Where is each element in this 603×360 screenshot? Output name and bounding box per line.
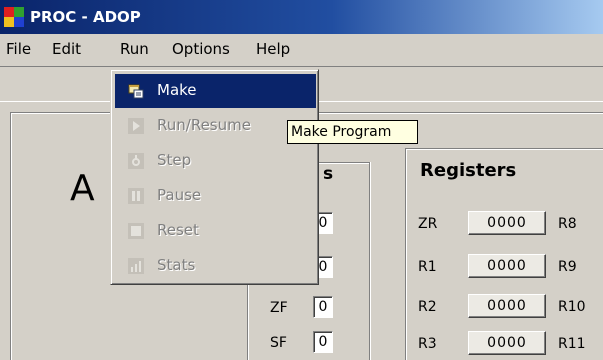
flag-label-sf: SF (270, 335, 287, 351)
run-menu-item-reset[interactable]: Reset (115, 214, 316, 248)
menu-edit[interactable]: Edit (52, 40, 81, 58)
flags-title: s (323, 164, 334, 184)
flag-label-zf: ZF (270, 300, 288, 316)
run-menu-item-pause[interactable]: Pause (115, 179, 316, 213)
flag-sf-box: 0 (313, 331, 333, 353)
run-menu-label: Pause (157, 186, 202, 204)
register-name-r9: R9 (558, 259, 577, 275)
run-menu-label: Stats (157, 256, 196, 274)
menu-help[interactable]: Help (256, 40, 290, 58)
run-menu-item-stats[interactable]: Stats (115, 249, 316, 283)
title-bar: PROC - ADOP (0, 0, 603, 34)
register-zr-value[interactable]: 0000 (468, 211, 546, 235)
big-letter: A (70, 168, 95, 209)
run-menu-item-run-resume[interactable]: Run/Resume (115, 109, 316, 143)
tooltip: Make Program (287, 120, 418, 144)
make-icon (128, 84, 144, 99)
register-name-r10: R10 (558, 299, 586, 315)
step-icon (128, 153, 144, 169)
register-name-r3: R3 (418, 336, 437, 352)
register-name-zr: ZR (418, 216, 438, 232)
flag-zf-box: 0 (313, 296, 333, 318)
registers-title: Registers (420, 160, 517, 181)
register-name-r11: R11 (558, 336, 586, 352)
play-icon (128, 118, 144, 134)
run-menu-label: Reset (157, 221, 199, 239)
reset-icon (128, 223, 144, 239)
run-menu-label: Run/Resume (157, 116, 251, 134)
run-menu-item-step[interactable]: Step (115, 144, 316, 178)
register-r3-value[interactable]: 0000 (468, 331, 546, 355)
menu-options[interactable]: Options (172, 40, 230, 58)
window-title: PROC - ADOP (30, 8, 141, 26)
register-name-r8: R8 (558, 216, 577, 232)
menu-bar: File Edit Run Options Help (0, 34, 603, 98)
run-menu-label: Step (157, 151, 192, 169)
menu-file[interactable]: File (6, 40, 31, 58)
app-logo-icon[interactable] (4, 7, 24, 27)
run-menu-label: Make (157, 81, 197, 99)
register-name-r1: R1 (418, 259, 437, 275)
run-menu-item-make[interactable]: Make (115, 74, 316, 108)
stats-icon (128, 258, 144, 274)
register-r2-value[interactable]: 0000 (468, 294, 546, 318)
pause-icon (128, 188, 144, 204)
register-name-r2: R2 (418, 299, 437, 315)
run-menu-dropdown: Make Run/Resume Step Pause Reset Stats (110, 69, 319, 285)
menu-run[interactable]: Run (120, 40, 149, 58)
register-r1-value[interactable]: 0000 (468, 254, 546, 278)
